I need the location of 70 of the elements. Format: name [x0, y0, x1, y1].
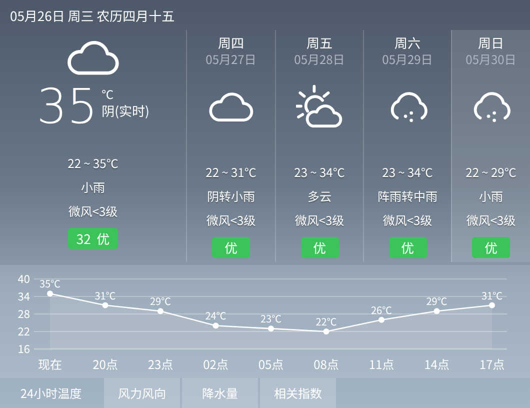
axis-tick-label: 22 [18, 324, 30, 340]
wind-text: 微风<3级 [466, 211, 516, 231]
forecast-day-column[interactable]: 周日 05月30日 22 ~ 29℃ 小雨 微风<3级 优 [451, 30, 530, 262]
value-label: 35℃ [39, 276, 61, 291]
cloud-icon [207, 90, 255, 124]
value-label: 24℃ [205, 308, 226, 323]
data-point [102, 302, 108, 308]
date-label: 05月27日 [206, 51, 256, 69]
date-label: 05月29日 [382, 51, 433, 69]
forecast-day-column[interactable]: 周五 05月28日 23 ~ 34℃ 多云 微风<3级 优 [275, 30, 363, 262]
weekday-label: 周日 [478, 33, 504, 51]
weather-text: 阵雨转中雨 [377, 187, 438, 207]
date-header: 05月26日 周三 农历四月十五 [10, 6, 175, 24]
axis-category-label: 02点 [203, 356, 228, 373]
air-quality-badge: 优 [212, 237, 250, 258]
wind-text: 微风<3级 [382, 211, 432, 231]
air-quality-badge: 优 [300, 237, 338, 258]
temperature-range: 22 ~ 35℃ [68, 154, 118, 174]
axis-tick-label: 34 [18, 288, 30, 304]
axis-category-label: 14点 [424, 356, 450, 373]
wind-text: 微风<3级 [294, 211, 344, 231]
axis-category-label: 08点 [314, 356, 339, 373]
axis-tick-label: 40 [18, 271, 30, 287]
value-label: 31℃ [94, 287, 116, 302]
data-point [158, 308, 164, 314]
air-quality-badge: 优 [472, 237, 510, 258]
axis-category-label: 11点 [368, 356, 394, 373]
weather-text: 小雨 [80, 178, 105, 198]
data-point [489, 302, 495, 308]
weekday-label: 周五 [306, 33, 332, 51]
value-label: 22℃ [316, 314, 337, 328]
forecast-day-column[interactable]: 周六 05月29日 23 ~ 34℃ 阵雨转中雨 微风<3级 优 [363, 30, 451, 262]
data-point [268, 326, 274, 332]
axis-category-label: 23点 [148, 356, 174, 373]
date-label: 05月28日 [294, 51, 345, 69]
data-point [434, 308, 440, 314]
temperature-range: 22 ~ 29℃ [466, 163, 516, 183]
axis-category-label: 05点 [258, 356, 284, 373]
weather-text: 阴转小雨 [206, 187, 255, 207]
data-point [47, 290, 53, 297]
forecast-day-column[interactable]: 周四 05月27日 22 ~ 31℃ 阴转小雨 微风<3级 优 [186, 30, 275, 262]
axis-tick-label: 16 [18, 341, 30, 357]
axis-category-label: 17点 [479, 356, 505, 373]
air-quality-badge: 优 [388, 237, 426, 258]
data-point [323, 328, 330, 334]
weekday-label: 周六 [394, 33, 420, 51]
temperature-range: 23 ~ 34℃ [382, 163, 433, 183]
wind-text: 微风<3级 [206, 211, 256, 231]
wind-text: 微风<3级 [68, 202, 118, 222]
temperature-unit: ℃ [102, 87, 115, 104]
temperature-range: 23 ~ 34℃ [294, 163, 345, 183]
date-label: 05月30日 [466, 51, 516, 69]
value-label: 23℃ [260, 310, 282, 326]
value-label: 31℃ [481, 287, 503, 302]
data-point [212, 322, 219, 329]
current-condition: 阴(实时) [102, 103, 150, 120]
value-label: 29℃ [426, 293, 448, 308]
weather-text: 多云 [307, 187, 332, 207]
axis-tick-label: 28 [18, 306, 30, 322]
data-point [378, 316, 384, 323]
value-label: 29℃ [150, 293, 172, 308]
weather-text: 小雨 [478, 187, 503, 207]
axis-category-label: 现在 [38, 356, 62, 373]
axis-category-label: 20点 [92, 356, 118, 373]
air-quality-badge: 32 优 [68, 228, 118, 250]
weekday-label: 周四 [218, 33, 244, 51]
current-temperature: 35 [36, 81, 98, 134]
temperature-range: 22 ~ 31℃ [206, 163, 256, 183]
value-label: 26℃ [370, 302, 392, 317]
cloud-icon [65, 38, 121, 78]
